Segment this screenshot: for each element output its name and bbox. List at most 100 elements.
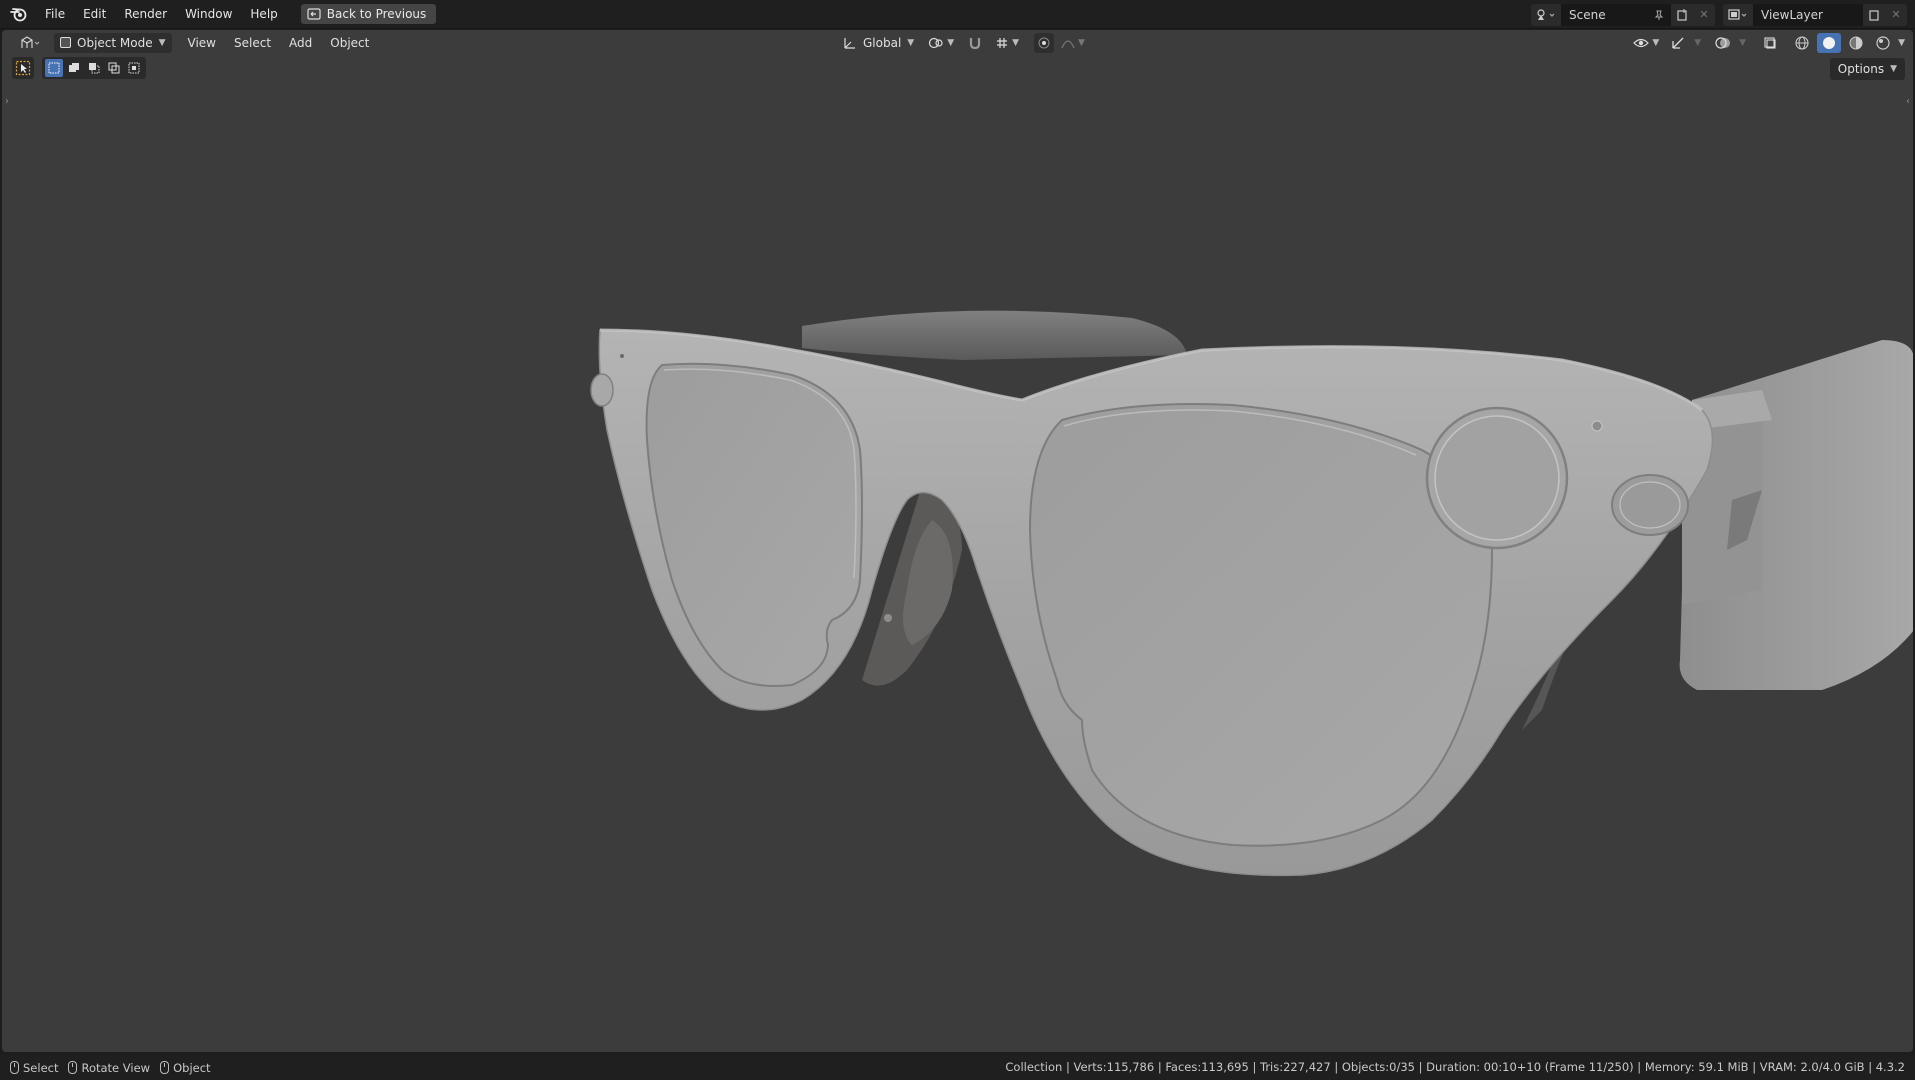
orientation-axes-icon — [844, 38, 855, 49]
top-menu-bar: File Edit Render Window Help Back to Pre… — [0, 0, 1915, 29]
hint-object-label: Object — [173, 1060, 211, 1075]
toolbar-expand-arrow-icon[interactable]: › — [5, 96, 9, 107]
gizmo-icon — [1672, 37, 1684, 49]
shading-wireframe[interactable] — [1790, 33, 1814, 53]
options-dropdown[interactable]: Options ▼ — [1829, 58, 1905, 80]
new-scene-icon[interactable] — [1671, 3, 1693, 26]
hint-rotate-view-label: Rotate View — [81, 1060, 151, 1075]
magnet-icon — [970, 38, 981, 50]
scene-selector[interactable]: Scene ✕ — [1531, 3, 1715, 26]
snap-increment-icon — [997, 38, 1008, 48]
menu-edit[interactable]: Edit — [74, 0, 115, 29]
back-to-previous-label: Back to Previous — [326, 7, 427, 21]
scene-name: Scene — [1569, 7, 1606, 22]
select-intersect-mode[interactable] — [125, 59, 143, 77]
pivot-point-button[interactable]: ▼ — [924, 33, 958, 53]
falloff-curve-icon — [1061, 40, 1075, 49]
menu-view[interactable]: View — [182, 33, 222, 53]
wireframe-icon — [1795, 36, 1809, 50]
top-right-controls: Scene ✕ ViewLayer ✕ — [1531, 0, 1915, 29]
visibility-button[interactable]: ▼ — [1630, 33, 1662, 53]
solid-icon — [1823, 37, 1836, 49]
proportional-edit-toggle[interactable] — [1034, 33, 1055, 53]
menu-add[interactable]: Add — [283, 33, 318, 53]
hint-select: Select — [10, 1061, 58, 1075]
chevron-down-icon[interactable]: ▼ — [1739, 38, 1746, 48]
menu-window[interactable]: Window — [176, 0, 241, 29]
status-bar: Select Rotate View Object Collection | V… — [0, 1055, 1915, 1080]
gizmo-toggle[interactable] — [1665, 33, 1691, 53]
select-subtract-mode[interactable] — [85, 59, 103, 77]
chevron-down-icon: ▼ — [907, 38, 915, 48]
chevron-down-icon: ▼ — [1890, 64, 1897, 74]
menu-select[interactable]: Select — [228, 33, 277, 53]
back-to-previous-button[interactable]: Back to Previous — [300, 4, 437, 24]
delete-scene-icon[interactable]: ✕ — [1693, 3, 1715, 26]
scene-icon[interactable] — [1531, 3, 1561, 26]
chevron-down-icon[interactable]: ▼ — [1898, 38, 1905, 48]
delete-view-layer-icon[interactable]: ✕ — [1885, 3, 1907, 26]
pin-icon[interactable] — [1653, 9, 1665, 21]
scene-statistics: Collection | Verts:115,786 | Faces:113,6… — [1005, 1060, 1905, 1074]
mode-select-label: Object Mode — [77, 35, 153, 50]
3d-viewport[interactable]: Object Mode ▼ View Select Add Object Glo… — [2, 30, 1913, 1052]
overlays-icon — [1715, 37, 1731, 49]
proportional-edit-icon — [1038, 37, 1050, 49]
options-label: Options — [1837, 62, 1885, 76]
tool-header — [12, 57, 146, 79]
select-invert-mode[interactable] — [105, 59, 123, 77]
select-intersect-icon — [128, 62, 140, 74]
editor-type-button[interactable] — [14, 33, 48, 53]
chevron-down-icon[interactable]: ▼ — [1694, 38, 1701, 48]
rendered-icon — [1876, 36, 1890, 50]
sidebar-expand-arrow-icon[interactable]: ‹ — [1906, 96, 1910, 107]
select-box-tool[interactable] — [12, 57, 34, 79]
shading-solid[interactable] — [1817, 33, 1842, 53]
select-box-icon — [15, 60, 31, 76]
select-extend-mode[interactable] — [65, 59, 83, 77]
back-to-previous-icon — [307, 8, 321, 20]
proportional-falloff-button[interactable]: ▼ — [1058, 33, 1088, 53]
select-invert-icon — [108, 62, 120, 74]
shading-rendered[interactable] — [1871, 33, 1895, 53]
glasses-model[interactable] — [2, 30, 1913, 1052]
select-new-icon — [48, 62, 60, 74]
object-mode-icon — [60, 37, 71, 48]
scene-name-field[interactable]: Scene — [1561, 3, 1671, 26]
view-layer-name-field[interactable]: ViewLayer — [1753, 3, 1863, 26]
xray-toggle[interactable] — [1757, 33, 1783, 53]
selection-mode-group — [42, 57, 146, 79]
mouse-middle-icon — [68, 1061, 78, 1074]
material-preview-icon — [1849, 36, 1863, 50]
shading-material-preview[interactable] — [1844, 33, 1868, 53]
menu-file[interactable]: File — [36, 0, 74, 29]
pivot-point-icon — [929, 37, 943, 49]
select-subtract-icon — [89, 63, 100, 74]
mouse-left-icon — [10, 1061, 19, 1074]
orientation-label: Global — [863, 36, 902, 50]
menu-help[interactable]: Help — [241, 0, 286, 29]
mode-select[interactable]: Object Mode ▼ — [54, 32, 172, 53]
mouse-right-icon — [160, 1061, 170, 1074]
new-view-layer-icon[interactable] — [1863, 3, 1885, 26]
overlays-toggle[interactable] — [1710, 33, 1736, 53]
menu-object[interactable]: Object — [324, 33, 375, 53]
view-layer-icon[interactable] — [1723, 3, 1753, 26]
snap-target-button[interactable]: ▼ — [992, 33, 1022, 53]
view-layer-name: ViewLayer — [1761, 7, 1823, 22]
transform-controls: Global ▼ ▼ ▼ ▼ — [837, 33, 1088, 53]
eye-icon — [1633, 38, 1650, 48]
chevron-down-icon: ▼ — [158, 37, 166, 48]
view-layer-selector[interactable]: ViewLayer ✕ — [1723, 3, 1907, 26]
hint-select-label: Select — [23, 1060, 59, 1075]
transform-orientation-select[interactable]: Global ▼ — [837, 33, 920, 53]
viewport-header: Object Mode ▼ View Select Add Object Glo… — [2, 30, 1913, 55]
viewport-right-controls: ▼ ▼ ▼ ▼ — [1630, 33, 1905, 53]
blender-logo-icon[interactable] — [10, 5, 28, 23]
xray-icon — [1764, 37, 1776, 49]
snap-toggle[interactable] — [962, 33, 988, 53]
menu-render[interactable]: Render — [115, 0, 176, 29]
3d-viewport-icon — [21, 35, 40, 48]
select-new-mode[interactable] — [45, 59, 63, 77]
hint-object: Object — [160, 1060, 211, 1075]
